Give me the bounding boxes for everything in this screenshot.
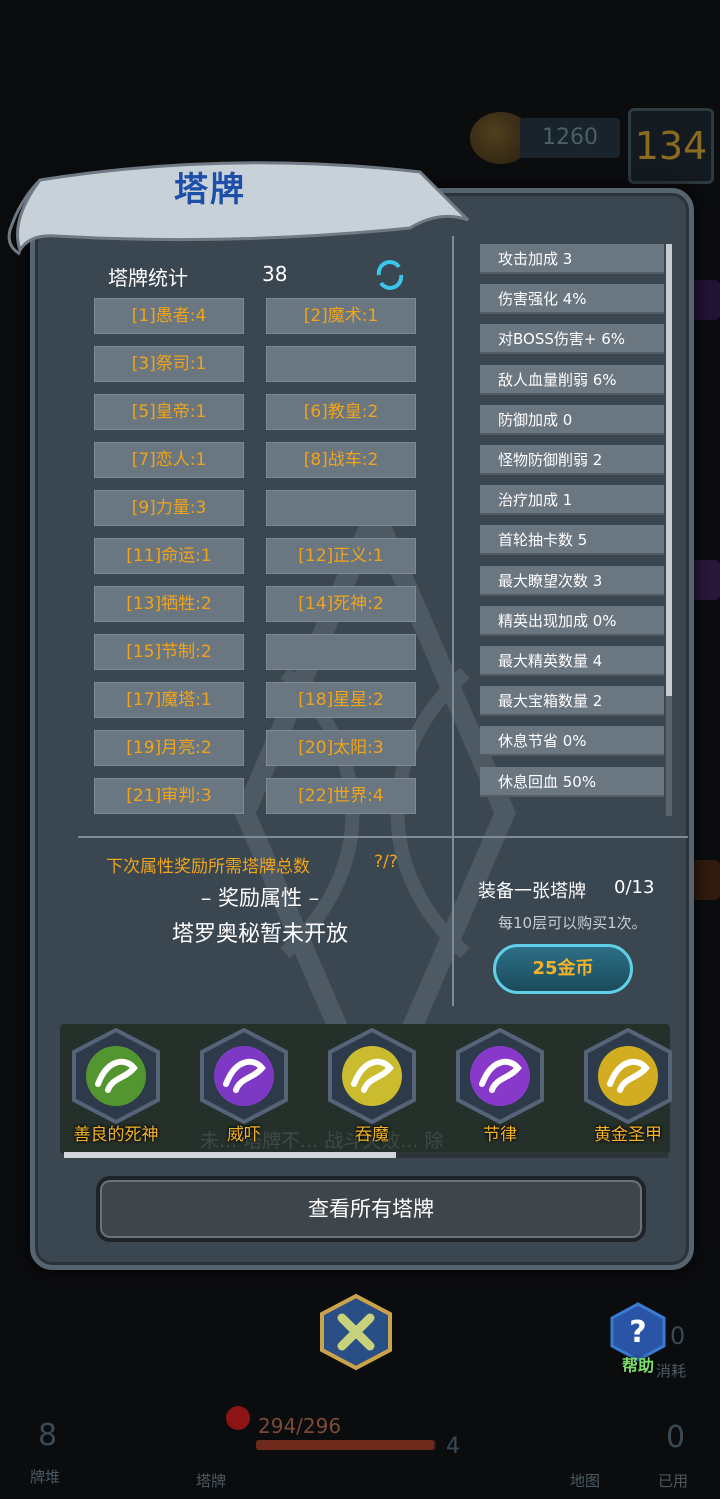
buy-card-button[interactable]: 25金币 — [493, 944, 633, 994]
attribute-scrollbar[interactable] — [666, 244, 672, 816]
attribute-item: 休息节省 0% — [480, 726, 664, 757]
tarot-card-slot[interactable]: 威吓 — [188, 1028, 300, 1148]
card-count-cell[interactable]: [1]愚者:4 — [94, 298, 244, 334]
attribute-item: 敌人血量削弱 6% — [480, 364, 664, 395]
side-deco-icon — [690, 560, 720, 600]
hp-bar-fill — [256, 1440, 435, 1450]
attribute-item: 怪物防御削弱 2 — [480, 445, 664, 475]
green-scythe-icon — [72, 1028, 160, 1124]
refresh-icon[interactable] — [373, 258, 407, 292]
tarot-card-slot[interactable]: 黄金圣甲 — [572, 1028, 684, 1148]
equip-note: 每10层可以购买1次。 — [498, 914, 647, 932]
tarot-card-name: 节律 — [483, 1125, 517, 1145]
card-count-cell[interactable]: [21]审判:3 — [94, 778, 244, 814]
deck-count: 8 — [38, 1418, 58, 1453]
card-count-cell[interactable]: [17]魔塔:1 — [94, 682, 244, 718]
card-count-cell[interactable]: [15]节制:2 — [94, 634, 244, 670]
card-count-cell[interactable]: [14]死神:2 — [266, 586, 416, 622]
consume-count: 0 — [670, 1322, 686, 1350]
tarot-card-slot[interactable]: 善良的死神 — [60, 1028, 172, 1148]
attribute-item: 伤害强化 4% — [480, 284, 664, 315]
deck-label: 牌堆 — [30, 1468, 61, 1486]
purple-claw-icon — [200, 1028, 288, 1124]
gold-swirl-icon — [584, 1028, 672, 1124]
attribute-item: 精英出现加成 0% — [480, 605, 664, 636]
card-count-cell[interactable]: [9]力量:3 — [94, 490, 244, 526]
horizontal-divider — [78, 836, 688, 838]
stats-count: 38 — [262, 262, 288, 286]
attribute-item: 攻击加成 3 — [480, 244, 664, 274]
attribute-item: 最大瞭望次数 3 — [480, 565, 664, 596]
card-count-cell[interactable]: [2]魔术:1 — [266, 298, 416, 334]
card-count-cell[interactable]: [6]教皇:2 — [266, 394, 416, 430]
attribute-item: 防御加成 0 — [480, 404, 664, 435]
card-count-cell[interactable] — [266, 490, 416, 526]
card-count-cell[interactable] — [266, 634, 416, 670]
attribute-item: 对BOSS伤害+ 6% — [480, 324, 664, 355]
hp-bar — [256, 1440, 436, 1450]
card-count-cell[interactable]: [22]世界:4 — [266, 778, 416, 814]
panel-title: 塔牌 — [174, 170, 246, 210]
card-count-cell[interactable]: [7]恋人:1 — [94, 442, 244, 478]
card-count-cell[interactable]: [13]牺牲:2 — [94, 586, 244, 622]
attribute-item: 首轮抽卡数 5 — [480, 525, 664, 556]
purple-rune-icon — [456, 1028, 544, 1124]
shield-value: 4 — [446, 1434, 460, 1459]
tarot-card-name: 威吓 — [227, 1125, 261, 1145]
used-label: 已用 — [658, 1472, 689, 1490]
vertical-divider — [452, 236, 454, 1006]
card-count-cell[interactable]: [11]命运:1 — [94, 538, 244, 574]
tarot-card-name: 吞魔 — [355, 1125, 389, 1145]
view-all-cards-button[interactable]: 查看所有塔牌 — [96, 1176, 646, 1242]
equip-count: 0/13 — [614, 877, 655, 898]
attribute-scroll-thumb[interactable] — [666, 244, 672, 696]
attribute-item: 最大宝箱数量 2 — [480, 686, 664, 717]
card-strip-scrollbar[interactable] — [64, 1152, 668, 1158]
consume-label: 消耗 — [656, 1362, 687, 1380]
used-count: 0 — [666, 1420, 686, 1455]
card-strip-scroll-thumb[interactable] — [64, 1152, 397, 1158]
attribute-item: 最大精英数量 4 — [480, 646, 664, 676]
card-count-cell[interactable]: [5]皇帝:1 — [94, 394, 244, 430]
reward-need-label: 下次属性奖励所需塔牌总数 — [106, 857, 310, 877]
equip-label: 装备一张塔牌 — [478, 881, 586, 902]
yellow-face-icon — [328, 1028, 416, 1124]
tarot-card-slot[interactable]: 节律 — [444, 1028, 556, 1148]
tarot-tab-label: 塔牌 — [196, 1472, 227, 1490]
card-count-cell[interactable]: [8]战车:2 — [266, 442, 416, 478]
tarot-card-slot[interactable]: 吞魔 — [316, 1028, 428, 1148]
card-count-cell[interactable] — [266, 346, 416, 382]
card-count-cell[interactable]: [20]太阳:3 — [266, 730, 416, 766]
tarot-card-name: 善良的死神 — [73, 1125, 159, 1145]
hp-text: 294/296 — [258, 1414, 342, 1438]
card-count-cell[interactable]: [18]星星:2 — [266, 682, 416, 718]
attribute-list[interactable]: 攻击加成 3 伤害强化 4% 对BOSS伤害+ 6% 敌人血量削弱 6% 防御加成 0 怪… — [480, 244, 670, 816]
reward-closed-text: 塔罗奥秘暂未开放 — [171, 922, 348, 947]
tarot-card-name: 黄金圣甲 — [594, 1125, 662, 1145]
card-count-cell[interactable]: [19]月亮:2 — [94, 730, 244, 766]
card-count-cell[interactable]: [3]祭司:1 — [94, 346, 244, 382]
map-label: 地图 — [570, 1472, 601, 1490]
close-button[interactable] — [318, 1294, 394, 1370]
stats-label: 塔牌统计 — [108, 266, 188, 290]
side-deco-icon — [690, 860, 720, 900]
card-count-cell[interactable]: [12]正义:1 — [266, 538, 416, 574]
attribute-item: 休息回血 50% — [480, 766, 664, 797]
attribute-item: 治疗加成 1 — [480, 485, 664, 516]
reward-need-value: ?/? — [374, 852, 398, 872]
gold-amount: 1260 — [520, 118, 620, 158]
side-deco-icon — [690, 280, 720, 320]
svg-text:?: ? — [629, 1315, 646, 1350]
notification-dot — [226, 1406, 250, 1430]
reward-attribute-heading: – 奖励属性 – — [200, 886, 320, 910]
floor-level: 134 — [628, 108, 714, 184]
